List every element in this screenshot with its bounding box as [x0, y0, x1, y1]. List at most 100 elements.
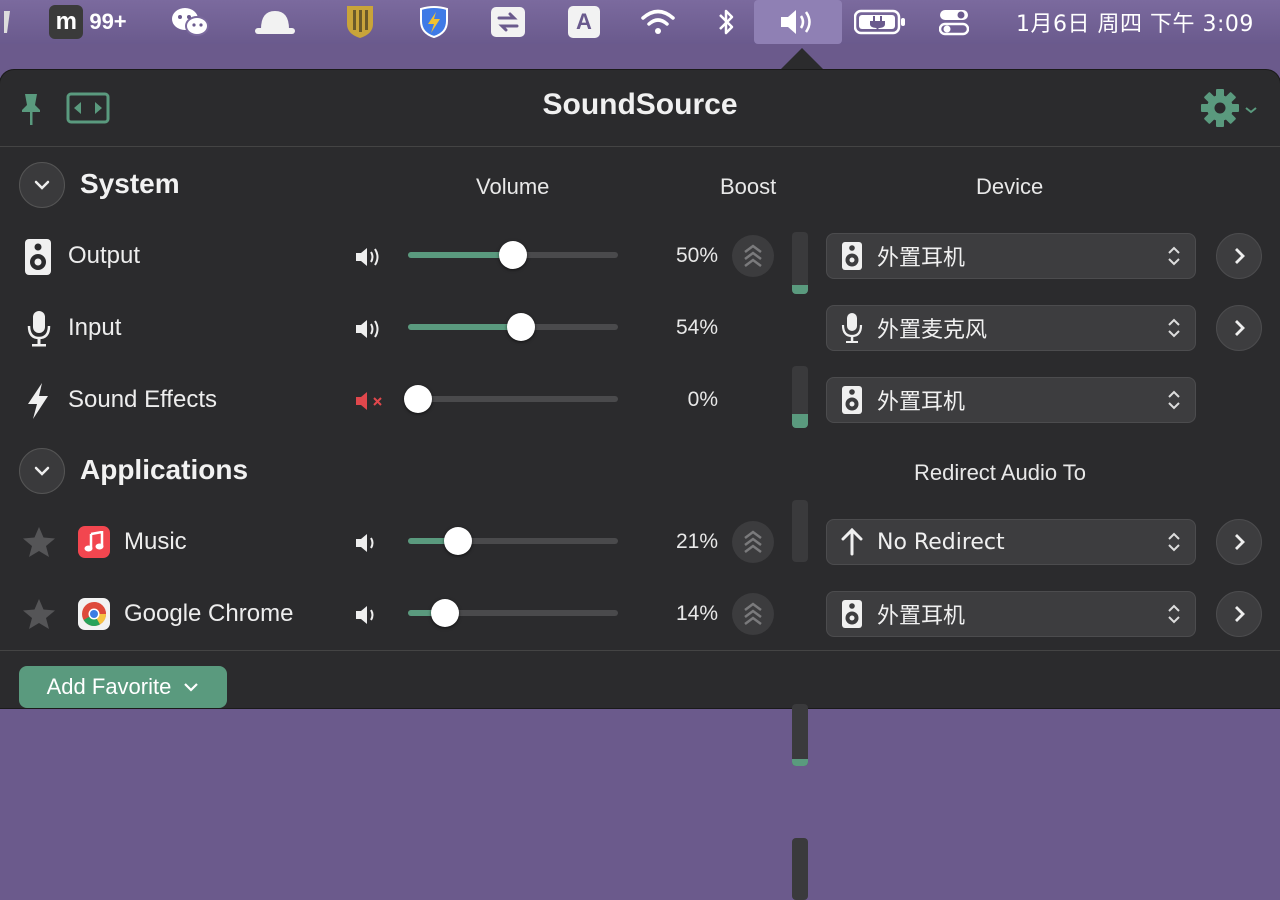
chevron-right-icon	[1235, 534, 1245, 550]
output-device-select[interactable]: 外置耳机	[826, 233, 1196, 279]
chrome-volume-slider[interactable]	[408, 599, 618, 627]
select-value: No Redirect	[877, 529, 1005, 555]
add-favorite-label: Add Favorite	[46, 674, 172, 699]
output-row-label: Output	[68, 242, 141, 269]
wechat-icon[interactable]	[166, 0, 214, 44]
updown-chevron-icon	[1168, 246, 1180, 266]
sound-effects-volume-percent: 0%	[687, 388, 718, 411]
volume-icon[interactable]	[354, 532, 384, 559]
input-level-meter	[792, 366, 808, 428]
slider-knob[interactable]	[430, 599, 459, 627]
music-app-icon	[78, 526, 110, 558]
screen-share-icon[interactable]	[486, 0, 530, 44]
m-app-icon: m	[49, 5, 84, 39]
meter-level	[792, 284, 808, 294]
sound-effects-device-select[interactable]: 外置耳机	[826, 377, 1196, 423]
sound-effects-row-label: Sound Effects	[68, 386, 217, 413]
menubar-edge-icon	[0, 0, 14, 44]
menu-bar: m 99+ A 1月6日 周四 下午 3:09	[0, 0, 1280, 44]
music-volume-percent: 21%	[675, 530, 718, 553]
sound-effects-level-meter	[792, 500, 808, 562]
chevron-right-icon	[1235, 320, 1245, 336]
popover-header: SoundSource	[0, 70, 1280, 147]
music-level-meter	[792, 704, 808, 766]
chrome-details-button[interactable]	[1216, 591, 1262, 637]
menubar-app-badge[interactable]: m 99+	[42, 0, 134, 44]
music-boost-button[interactable]	[732, 521, 774, 563]
volume-icon[interactable]	[354, 604, 384, 631]
menubar-clock[interactable]: 1月6日 周四 下午 3:09	[996, 0, 1274, 44]
volume-column-header: Volume	[476, 174, 550, 199]
muted-volume-icon[interactable]	[354, 390, 388, 417]
control-center-icon[interactable]	[932, 0, 976, 44]
chrome-row-label: Google Chrome	[124, 600, 294, 627]
chrome-boost-button[interactable]	[732, 593, 774, 635]
favorite-star-icon[interactable]	[22, 526, 56, 563]
chrome-redirect-select[interactable]: 外置耳机	[826, 591, 1196, 637]
volume-icon[interactable]	[354, 246, 384, 273]
gear-icon[interactable]	[1198, 88, 1262, 133]
input-details-button[interactable]	[1216, 305, 1262, 351]
system-collapse-button[interactable]	[19, 162, 65, 208]
updown-chevron-icon	[1168, 390, 1180, 410]
music-details-button[interactable]	[1216, 519, 1262, 565]
boost-column-header: Boost	[720, 174, 777, 199]
music-row-label: Music	[124, 528, 187, 555]
chevron-down-icon	[184, 683, 199, 692]
music-redirect-select[interactable]: No Redirect	[826, 519, 1196, 565]
chevron-right-icon	[1235, 606, 1245, 622]
select-value: 外置耳机	[877, 604, 966, 629]
sound-effects-volume-slider[interactable]	[404, 385, 618, 413]
boost-chevrons-icon	[744, 530, 762, 553]
applications-collapse-button[interactable]	[19, 448, 65, 494]
boost-chevrons-icon	[744, 602, 762, 625]
slider-knob[interactable]	[443, 527, 472, 555]
favorite-star-icon[interactable]	[22, 598, 56, 635]
volume-icon[interactable]	[354, 318, 384, 345]
chevron-down-icon	[34, 180, 50, 190]
music-volume-slider[interactable]	[408, 527, 618, 555]
speaker-icon	[842, 386, 862, 414]
output-volume-slider[interactable]	[408, 241, 618, 269]
output-details-button[interactable]	[1216, 233, 1262, 279]
chrome-level-meter	[792, 838, 808, 900]
chrome-volume-percent: 14%	[675, 602, 718, 625]
microphone-icon	[26, 310, 52, 353]
chevron-right-icon	[1235, 248, 1245, 264]
system-section-title: System	[80, 168, 180, 199]
updown-chevron-icon	[1168, 604, 1180, 624]
redirect-column-header: Redirect Audio To	[914, 460, 1087, 485]
slider-fill	[408, 324, 521, 330]
meter-level	[792, 414, 808, 428]
battery-charging-icon[interactable]	[852, 0, 908, 44]
shield-gold-icon[interactable]	[338, 0, 382, 44]
microphone-icon	[841, 313, 863, 343]
boost-chevrons-icon	[744, 244, 762, 267]
bluetooth-icon[interactable]	[706, 0, 746, 44]
speaker-icon	[842, 242, 862, 270]
add-favorite-button[interactable]: Add Favorite	[19, 666, 227, 708]
lightning-icon	[26, 382, 50, 425]
footer-divider	[0, 650, 1280, 651]
badge-count: 99+	[89, 9, 127, 34]
updown-chevron-icon	[1168, 532, 1180, 552]
wifi-icon[interactable]	[636, 0, 680, 44]
select-value: 外置耳机	[877, 246, 966, 271]
input-device-select[interactable]: 外置麦克风	[826, 305, 1196, 351]
slider-knob[interactable]	[506, 313, 535, 341]
output-boost-button[interactable]	[732, 235, 774, 277]
input-volume-slider[interactable]	[408, 313, 618, 341]
slider-knob[interactable]	[499, 241, 527, 269]
input-row-label: Input	[68, 314, 122, 341]
meter-level	[792, 758, 808, 766]
chevron-down-icon	[34, 466, 50, 476]
vpn-shield-icon[interactable]	[412, 0, 456, 44]
bartender-hat-icon[interactable]	[250, 0, 300, 44]
output-volume-percent: 50%	[675, 244, 718, 267]
arrow-up-icon	[841, 528, 863, 556]
applications-section-title: Applications	[80, 454, 249, 485]
slider-knob[interactable]	[404, 385, 432, 413]
input-source-icon[interactable]: A	[564, 0, 604, 44]
select-value: 外置耳机	[877, 390, 966, 415]
soundsource-menubar-icon[interactable]	[754, 0, 842, 44]
